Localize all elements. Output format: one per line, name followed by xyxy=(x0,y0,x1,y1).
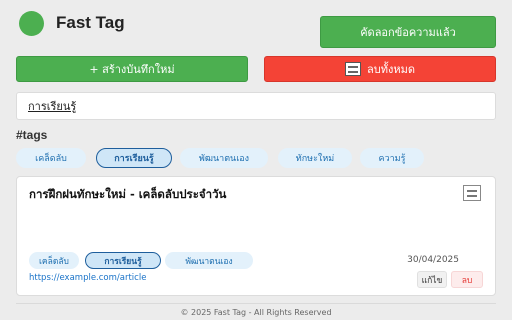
note-link[interactable]: https://example.com/article xyxy=(29,273,146,283)
qr-code-icon xyxy=(345,62,361,76)
note-tag-chip[interactable]: พัฒนาตนเอง xyxy=(165,252,253,269)
app-title: Fast Tag xyxy=(56,13,125,32)
tag-chip[interactable]: พัฒนาตนเอง xyxy=(180,148,268,168)
clear-all-button[interactable]: ลบทั้งหมด xyxy=(264,56,496,82)
note-tags: เคล็ดลับ การเรียนรู้ พัฒนาตนเอง xyxy=(29,252,289,270)
delete-button[interactable]: ลบ xyxy=(451,271,483,288)
clear-all-label: ลบทั้งหมด xyxy=(367,63,415,76)
tag-chip-active[interactable]: การเรียนรู้ xyxy=(96,148,172,168)
footer-text: © 2025 Fast Tag - All Rights Reserved xyxy=(180,308,332,317)
new-note-button[interactable]: + สร้างบันทึกใหม่ xyxy=(16,56,248,82)
note-tag-chip[interactable]: เคล็ดลับ xyxy=(29,252,79,269)
footer-divider xyxy=(16,303,496,304)
note-date: 30/04/2025 xyxy=(407,255,459,265)
tag-chip[interactable]: เคล็ดลับ xyxy=(16,148,86,168)
tag-chip[interactable]: ทักษะใหม่ xyxy=(278,148,352,168)
logo-icon xyxy=(19,11,44,36)
copy-text-button[interactable]: คัดลอกข้อความแล้ว xyxy=(320,16,496,48)
note-card: การฝึกฝนทักษะใหม่ - เคล็ดลับประจำวัน เคล… xyxy=(16,176,496,296)
tags-heading: #tags xyxy=(16,128,48,142)
note-title: การฝึกฝนทักษะใหม่ - เคล็ดลับประจำวัน xyxy=(29,187,227,201)
edit-button[interactable]: แก้ไข xyxy=(417,271,447,288)
note-tag-chip-active[interactable]: การเรียนรู้ xyxy=(85,252,161,269)
search-input[interactable] xyxy=(16,92,496,120)
tag-chip[interactable]: ความรู้ xyxy=(360,148,424,168)
qr-code-icon[interactable] xyxy=(463,185,481,201)
